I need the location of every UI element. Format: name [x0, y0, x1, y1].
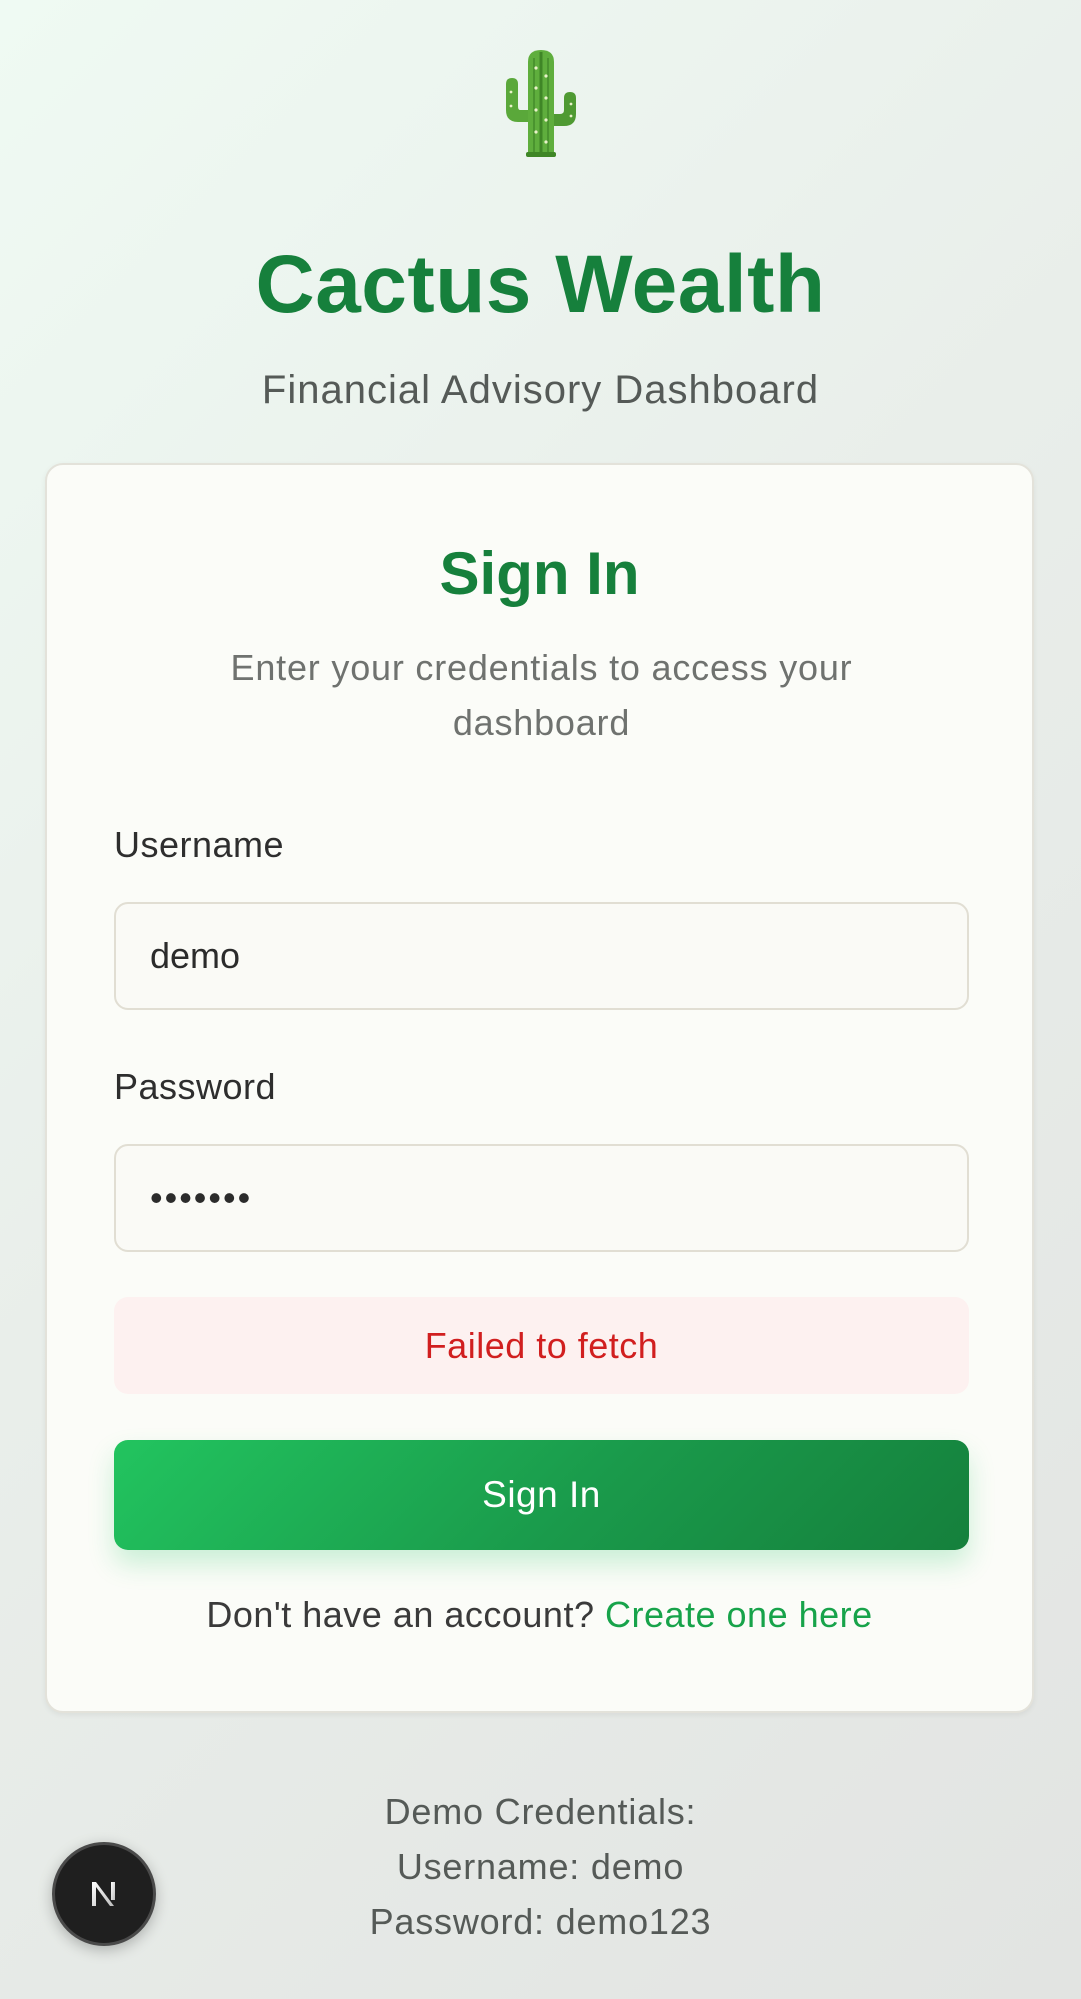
password-label: Password — [114, 1066, 277, 1107]
demo-password-line: Password: demo123 — [369, 1901, 712, 1942]
app-subtitle: Financial Advisory Dashboard — [261, 368, 820, 412]
username-input[interactable] — [114, 902, 969, 1010]
sign-in-description: Enter your credentials to access your da… — [230, 647, 853, 743]
nextjs-dev-badge[interactable] — [52, 1842, 156, 1946]
sign-in-heading: Sign In — [439, 540, 640, 607]
sign-in-button[interactable]: Sign In — [114, 1440, 969, 1550]
demo-credentials: Demo Credentials: Username: demo Passwor… — [0, 1784, 1081, 1949]
brand-header: Cactus Wealth Financial Advisory Dashboa… — [0, 48, 1081, 412]
error-message: Failed to fetch — [114, 1297, 969, 1394]
demo-credentials-heading: Demo Credentials: — [384, 1791, 697, 1832]
signup-prompt: Don't have an account? — [206, 1594, 595, 1635]
demo-username-line: Username: demo — [396, 1846, 685, 1887]
signup-row: Don't have an account? Create one here — [47, 1595, 1032, 1635]
login-card: Sign In Enter your credentials to access… — [45, 463, 1034, 1713]
create-account-link[interactable]: Create one here — [605, 1594, 873, 1635]
nextjs-icon — [92, 1882, 115, 1906]
password-input[interactable] — [114, 1144, 969, 1252]
app-title: Cactus Wealth — [255, 239, 826, 330]
username-label: Username — [114, 824, 285, 865]
cactus-icon — [505, 50, 576, 157]
